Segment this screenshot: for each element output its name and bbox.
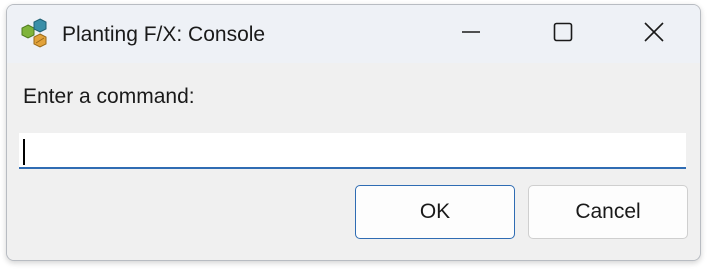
title-bar[interactable]: Planting F/X: Console xyxy=(7,5,700,63)
planting-fx-app-icon xyxy=(19,17,51,51)
console-window: Planting F/X: Console Enter a command: O… xyxy=(6,4,701,261)
minimize-icon xyxy=(461,22,481,47)
maximize-button[interactable] xyxy=(517,5,609,63)
dialog-body: Enter a command: OK Cancel xyxy=(7,63,700,260)
minimize-button[interactable] xyxy=(425,5,517,63)
text-caret xyxy=(23,139,25,165)
window-title: Planting F/X: Console xyxy=(62,23,266,46)
command-input[interactable] xyxy=(19,133,686,169)
command-prompt-label: Enter a command: xyxy=(23,85,195,108)
maximize-icon xyxy=(553,22,573,47)
close-button[interactable] xyxy=(608,5,700,63)
close-icon xyxy=(643,21,665,48)
cancel-button[interactable]: Cancel xyxy=(528,185,688,239)
ok-button[interactable]: OK xyxy=(355,185,515,239)
